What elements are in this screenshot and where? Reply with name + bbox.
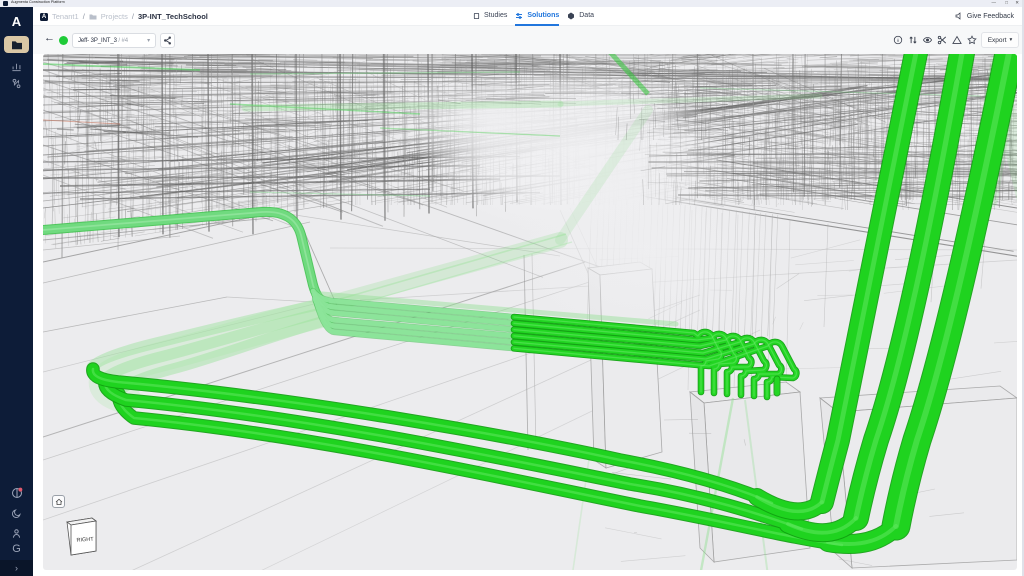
svg-text:RIGHT: RIGHT <box>76 537 94 544</box>
